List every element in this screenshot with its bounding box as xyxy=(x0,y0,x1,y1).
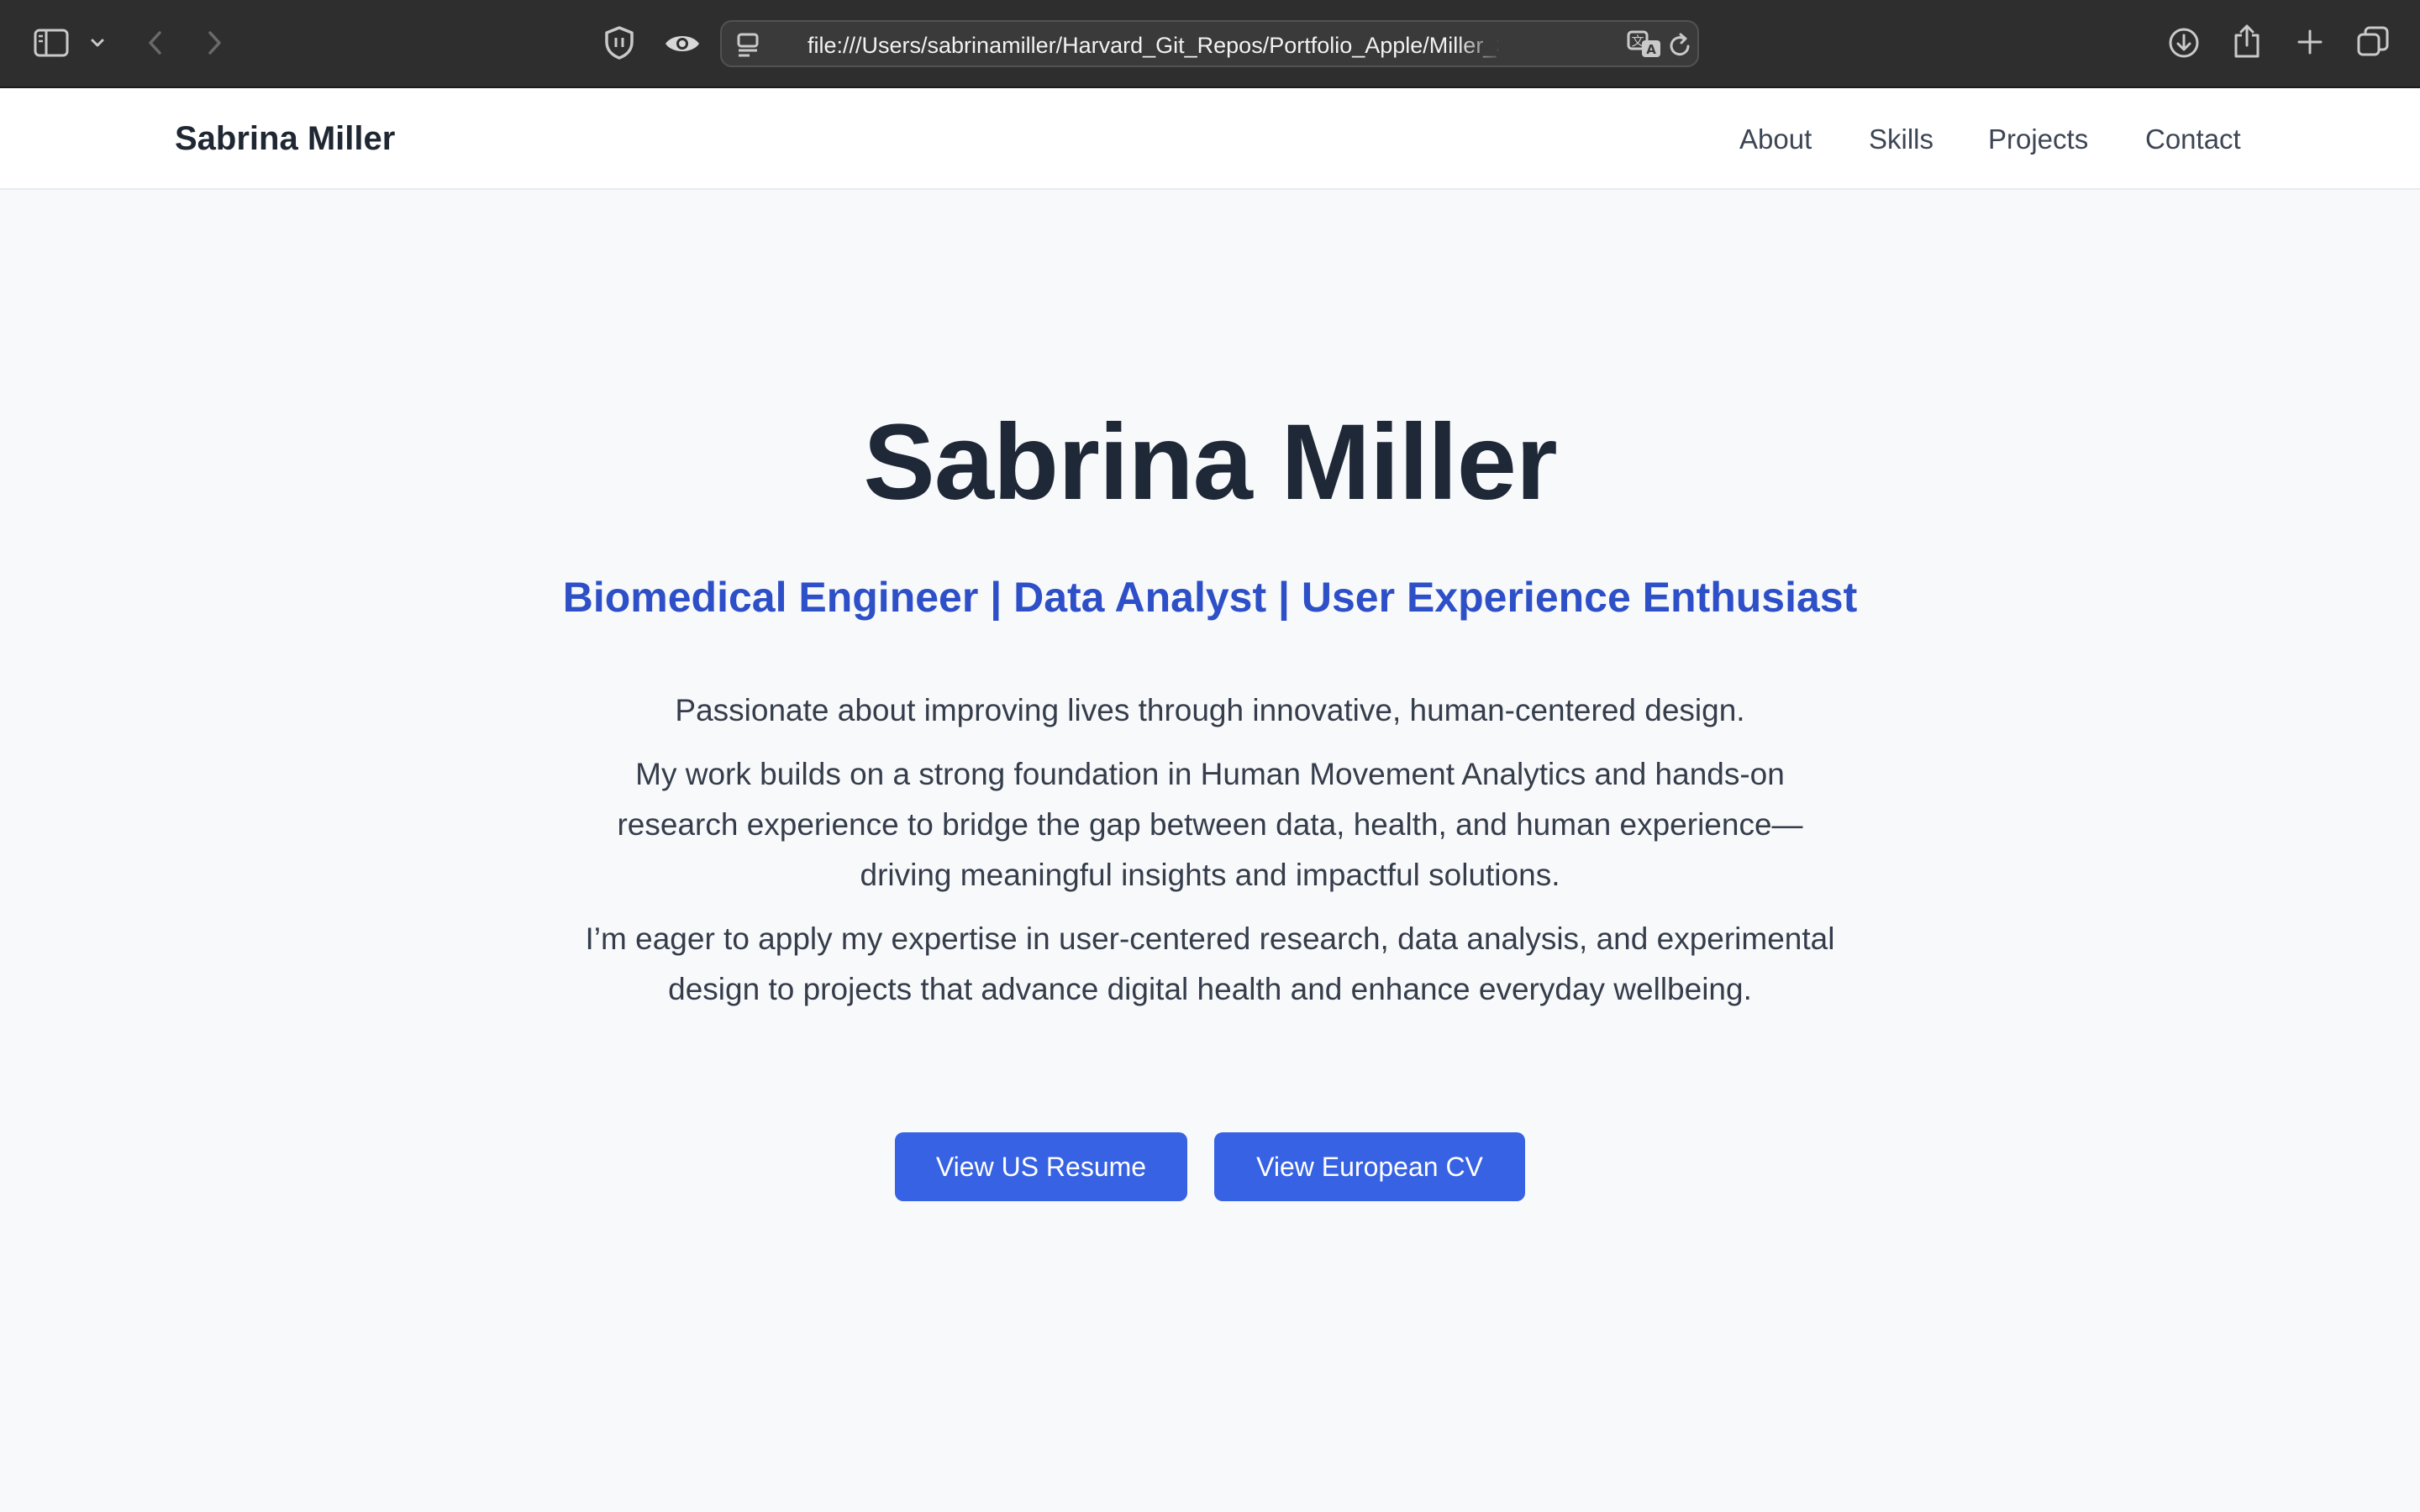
sidebar-icon[interactable] xyxy=(32,25,71,60)
address-bar[interactable]: file:///Users/sabrinamiller/Harvard_Git_… xyxy=(720,20,1699,67)
nav-link-contact[interactable]: Contact xyxy=(2145,118,2241,160)
nav-link-about[interactable]: About xyxy=(1739,118,1812,160)
share-icon[interactable] xyxy=(2230,22,2264,60)
chevron-down-icon[interactable] xyxy=(87,34,108,52)
hero-title: Sabrina Miller xyxy=(863,402,1557,522)
eye-icon[interactable] xyxy=(662,27,702,60)
view-european-cv-button[interactable]: View European CV xyxy=(1214,1132,1525,1201)
nav-link-skills[interactable]: Skills xyxy=(1869,118,1933,160)
svg-text:A: A xyxy=(1646,42,1656,57)
intro-paragraph: Passionate about improving lives through… xyxy=(675,693,1745,727)
back-arrow-icon[interactable] xyxy=(141,25,170,60)
hero-section: Sabrina Miller Biomedical Engineer | Dat… xyxy=(0,190,2420,1512)
reload-icon[interactable] xyxy=(1666,30,1695,60)
download-icon[interactable] xyxy=(2166,25,2202,60)
translate-icon[interactable]: 文A xyxy=(1626,29,1663,60)
nav-link-projects[interactable]: Projects xyxy=(1988,118,2088,160)
goals-paragraph: I’m eager to apply my expertise in user-… xyxy=(585,921,1835,1006)
plus-icon[interactable] xyxy=(2294,25,2326,59)
page-menu-icon[interactable] xyxy=(734,30,762,59)
main-nav: About Skills Projects Contact xyxy=(1738,118,2250,160)
browser-toolbar: file:///Users/sabrinamiller/Harvard_Git_… xyxy=(0,0,2420,88)
tabs-overview-icon[interactable] xyxy=(2354,24,2391,60)
background-paragraph: My work builds on a strong foundation in… xyxy=(617,757,1803,892)
hero-subtitle: Biomedical Engineer | Data Analyst | Use… xyxy=(562,574,1858,621)
forward-arrow-icon[interactable] xyxy=(200,25,229,60)
site-header: Sabrina Miller About Skills Projects Con… xyxy=(0,88,2420,190)
view-us-resume-button[interactable]: View US Resume xyxy=(895,1132,1187,1201)
url-text[interactable]: file:///Users/sabrinamiller/Harvard_Git_… xyxy=(808,33,1498,58)
url-fade xyxy=(1456,29,1507,62)
site-brand[interactable]: Sabrina Miller xyxy=(175,116,395,161)
shield-icon[interactable] xyxy=(600,24,639,62)
